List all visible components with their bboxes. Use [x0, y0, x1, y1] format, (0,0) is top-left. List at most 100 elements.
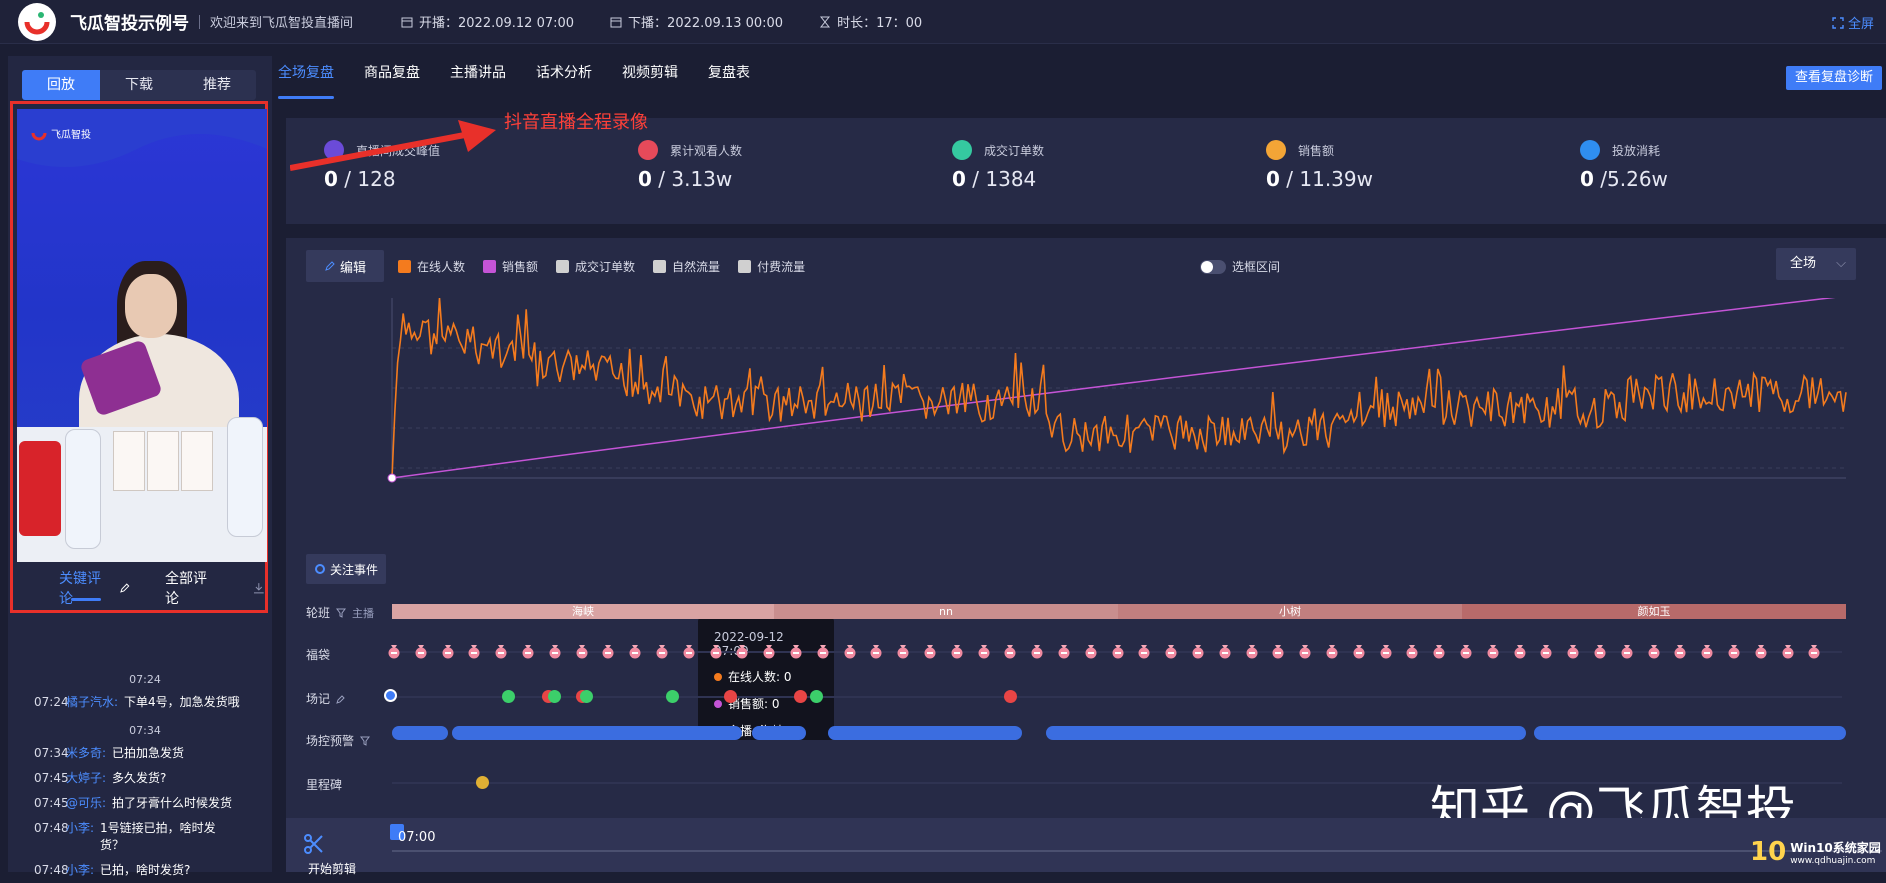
- control-warning-bar[interactable]: [452, 726, 742, 740]
- lucky-bag-icon[interactable]: [1056, 643, 1072, 659]
- lucky-bag-icon[interactable]: [949, 643, 965, 659]
- lucky-bag-icon[interactable]: [1217, 643, 1233, 659]
- start-clip-button[interactable]: 开始剪辑: [308, 860, 356, 877]
- lucky-bag-icon[interactable]: [1458, 643, 1474, 659]
- lucky-bag-icon[interactable]: [1136, 643, 1152, 659]
- legend-paid[interactable]: 付费流量: [738, 258, 805, 275]
- lucky-bag-icon[interactable]: [868, 643, 884, 659]
- lucky-bag-icon[interactable]: [1592, 643, 1608, 659]
- field-event[interactable]: [666, 690, 679, 703]
- range-toggle[interactable]: 选框区间: [1200, 258, 1280, 275]
- lucky-bag-icon[interactable]: [1190, 643, 1206, 659]
- tab-full-review[interactable]: 全场复盘: [278, 62, 334, 102]
- lucky-bag-icon[interactable]: [493, 643, 509, 659]
- milestone-marker[interactable]: [476, 776, 489, 789]
- list-item[interactable]: 07:34 米多奇: 已拍加急发货: [16, 741, 274, 766]
- field-event[interactable]: [794, 690, 807, 703]
- list-item[interactable]: 07:24 橘子汽水: 下单4号，加急发货哦: [16, 690, 274, 715]
- lucky-bag-icon[interactable]: [627, 643, 643, 659]
- live-video-player[interactable]: 飞瓜智投: [17, 109, 267, 562]
- field-event[interactable]: [580, 690, 593, 703]
- tab-playback[interactable]: 回放: [22, 70, 100, 100]
- fullscreen-button[interactable]: 全屏: [1832, 13, 1874, 32]
- lucky-bag-icon[interactable]: [1163, 643, 1179, 659]
- control-warning-bar[interactable]: [392, 726, 448, 740]
- follow-events-button[interactable]: 关注事件: [306, 554, 386, 584]
- legend-orders[interactable]: 成交订单数: [556, 258, 635, 275]
- lucky-bag-icon[interactable]: [1726, 643, 1742, 659]
- lucky-bag-icon[interactable]: [1002, 643, 1018, 659]
- lucky-bag-icon[interactable]: [654, 643, 670, 659]
- list-item[interactable]: 07:45 @可乐: 拍了牙膏什么时候发货: [16, 791, 274, 816]
- tab-key-comments[interactable]: 关键评论: [59, 568, 113, 608]
- shift-block[interactable]: nn: [774, 604, 1118, 619]
- lucky-bag-icon[interactable]: [815, 643, 831, 659]
- lucky-bag-icon[interactable]: [1431, 643, 1447, 659]
- lucky-bag-icon[interactable]: [1619, 643, 1635, 659]
- lucky-bag-icon[interactable]: [1672, 643, 1688, 659]
- tab-recommend[interactable]: 推荐: [178, 70, 256, 100]
- lucky-bag-icon[interactable]: [681, 643, 697, 659]
- lucky-bag-icon[interactable]: [1324, 643, 1340, 659]
- field-event[interactable]: [548, 690, 561, 703]
- lucky-bag-icon[interactable]: [1485, 643, 1501, 659]
- lucky-bag-icon[interactable]: [708, 643, 724, 659]
- legend-organic[interactable]: 自然流量: [653, 258, 720, 275]
- view-diagnosis-button[interactable]: 查看复盘诊断: [1786, 66, 1882, 90]
- field-event[interactable]: [1004, 690, 1017, 703]
- lucky-bag-icon[interactable]: [842, 643, 858, 659]
- tab-download[interactable]: 下载: [100, 70, 178, 100]
- edit-button[interactable]: 编辑: [306, 250, 384, 282]
- shift-block[interactable]: 颜如玉: [1462, 604, 1846, 619]
- tab-video-clip[interactable]: 视频剪辑: [622, 62, 678, 102]
- lucky-bag-icon[interactable]: [1565, 643, 1581, 659]
- lucky-bag-icon[interactable]: [520, 643, 536, 659]
- lucky-bag-icon[interactable]: [440, 643, 456, 659]
- lucky-bag-icon[interactable]: [1512, 643, 1528, 659]
- trend-chart[interactable]: [286, 298, 1886, 498]
- list-item[interactable]: 07:48 小李: 已拍，啥时发货?: [16, 858, 274, 883]
- lucky-bag-icon[interactable]: [1378, 643, 1394, 659]
- control-warning-bar[interactable]: [1046, 726, 1526, 740]
- lucky-bag-icon[interactable]: [922, 643, 938, 659]
- lucky-bag-icon[interactable]: [734, 643, 750, 659]
- lucky-bag-icon[interactable]: [976, 643, 992, 659]
- lucky-bag-icon[interactable]: [466, 643, 482, 659]
- list-item[interactable]: 07:45 大婷子: 多久发货?: [16, 766, 274, 791]
- lucky-bag-icon[interactable]: [1110, 643, 1126, 659]
- lucky-bag-icon[interactable]: [574, 643, 590, 659]
- lucky-bag-icon[interactable]: [1244, 643, 1260, 659]
- lucky-bag-icon[interactable]: [1404, 643, 1420, 659]
- lucky-bag-icon[interactable]: [413, 643, 429, 659]
- lucky-bag-icon[interactable]: [1699, 643, 1715, 659]
- lucky-bag-icon[interactable]: [761, 643, 777, 659]
- lucky-bag-icon[interactable]: [1538, 643, 1554, 659]
- scope-select[interactable]: 全场 ⌵: [1776, 248, 1856, 280]
- list-item[interactable]: 07:48 小李: 1号链接已拍，啥时发货？: [16, 816, 274, 858]
- field-event[interactable]: [502, 690, 515, 703]
- field-event[interactable]: [724, 690, 737, 703]
- lucky-bag-icon[interactable]: [1297, 643, 1313, 659]
- lucky-bag-icon[interactable]: [1780, 643, 1796, 659]
- shift-block[interactable]: 海峡: [392, 604, 774, 619]
- lucky-bag-icon[interactable]: [1646, 643, 1662, 659]
- timeline-track[interactable]: [392, 850, 1882, 852]
- lucky-bag-icon[interactable]: [895, 643, 911, 659]
- lucky-bag-icon[interactable]: [1753, 643, 1769, 659]
- lucky-bag-icon[interactable]: [600, 643, 616, 659]
- tab-host-products[interactable]: 主播讲品: [450, 62, 506, 102]
- lucky-bag-icon[interactable]: [788, 643, 804, 659]
- legend-sales[interactable]: 销售额: [483, 258, 538, 275]
- field-edit-marker[interactable]: [384, 689, 397, 702]
- lucky-bag-icon[interactable]: [1351, 643, 1367, 659]
- field-event[interactable]: [810, 690, 823, 703]
- tab-all-comments[interactable]: 全部评论: [165, 568, 219, 608]
- legend-online[interactable]: 在线人数: [398, 258, 465, 275]
- control-warning-bar[interactable]: [1534, 726, 1846, 740]
- shift-block[interactable]: 小树: [1118, 604, 1462, 619]
- lucky-bag-icon[interactable]: [1083, 643, 1099, 659]
- lucky-bag-icon[interactable]: [1270, 643, 1286, 659]
- lucky-bag-icon[interactable]: [547, 643, 563, 659]
- lucky-bag-icon[interactable]: [386, 643, 402, 659]
- tab-review-table[interactable]: 复盘表: [708, 62, 750, 102]
